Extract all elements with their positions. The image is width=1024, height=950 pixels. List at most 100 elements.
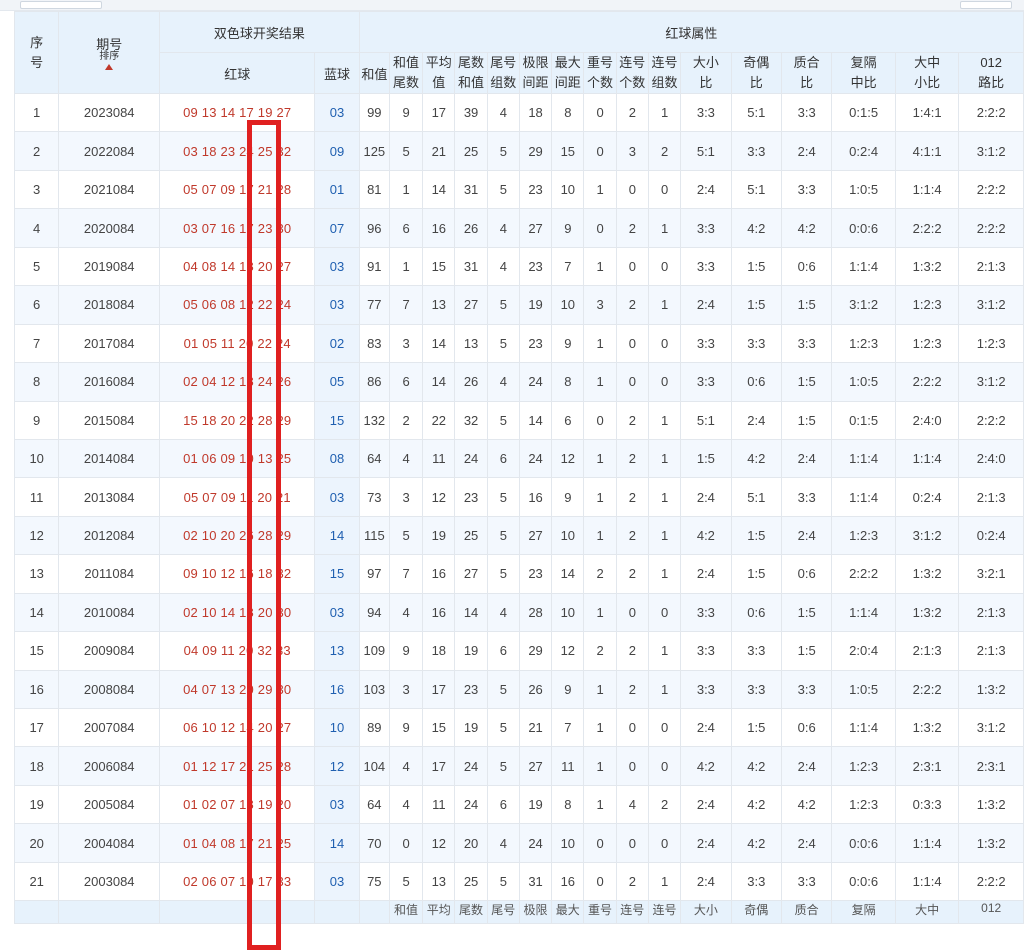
table-row: 7 2017084 01 05 11 20 22 24 02 83 3 14 13 5 23 9 1 0… [13,323,1024,364]
attr-cell: 1 [583,592,617,633]
footer-cell: 大小 [680,900,732,925]
red-balls-cell: 09 10 12 16 18 32 [159,554,316,594]
attr-cell: 13 [422,285,456,325]
footer-cell [58,900,161,925]
attr-cell: 28 [518,592,553,633]
attr-cell: 13 [422,861,456,902]
attr-cell: 17 [422,92,456,133]
attr-cell: 3:3 [680,669,732,710]
red-balls-cell: 02 04 12 18 24 26 [159,362,316,402]
attr-cell: 0 [615,823,649,863]
attr-cell: 2 [615,285,649,325]
period-header[interactable]: 期号 排序 [58,11,161,94]
attr-cell: 4 [486,362,520,402]
table-row: 21 2003084 02 06 07 10 17 33 03 75 5 13 25 5 31 16… [13,861,1024,902]
attr-cell: 1:2:3 [894,323,960,364]
attr-cell: 2 [647,784,682,825]
footer-cell: 尾号 [486,900,520,925]
period-cell: 2021084 [58,169,161,210]
blue-ball-cell: 13 [314,631,360,671]
sum-cell: 115 [358,515,390,556]
lottery-history-table: 序 号 期号 排序 双色球开奖结果 红球属性 红球 蓝球 和值 和值 尾数 平均值尾… [13,11,1024,925]
period-cell: 2015084 [58,400,161,440]
attr-header: 重号 个数 [583,52,617,94]
seq-cell: 10 [13,438,60,479]
attr-cell: 0 [615,362,649,402]
attr-cell: 3:3 [780,92,833,133]
footer-cell [159,900,316,925]
attr-cell: 24 [454,746,488,786]
attr-cell: 3:1:2 [958,707,1024,748]
sort-up-arrow-icon[interactable] [105,64,114,70]
attr-cell: 1 [583,169,617,210]
attr-cell: 9 [388,707,424,748]
toolbar-control[interactable] [960,1,1012,9]
footer-cell: 极限 [518,900,553,925]
attr-cell: 16 [518,477,553,517]
red-balls-cell: 01 12 17 21 25 28 [159,746,316,786]
red-balls-cell: 05 07 09 11 20 21 [159,477,316,517]
attr-cell: 1:3:2 [894,592,960,633]
attr-cell: 0 [647,823,682,863]
attr-cell: 1:5 [780,362,833,402]
attr-cell: 1:3:2 [894,554,960,594]
attr-cell: 1:2:3 [831,746,896,786]
red-balls-cell: 05 06 08 12 22 24 [159,285,316,325]
attr-cell: 31 [454,169,488,210]
sum-cell: 125 [358,131,390,171]
footer-header-row: 和值 平均 尾数 尾号 极限 最大 重号 连号 连号 大小 奇偶 质合 复隔 大中 012 [13,900,1024,925]
attr-cell: 1 [647,477,682,517]
red-balls-cell: 05 07 09 17 21 28 [159,169,316,210]
sum-cell: 75 [358,861,390,902]
attr-cell: 3 [388,323,424,364]
attr-cell: 5:1 [680,131,732,171]
attr-cell: 2:0:4 [831,631,896,671]
table-row: 12 2012084 02 10 20 26 28 29 14 115 5 19 25 5 27 1… [13,515,1024,556]
attr-header: 和值 尾数 [388,52,424,94]
attr-cell: 1 [647,861,682,902]
attr-header: 最大 间距 [551,52,585,94]
sum-cell: 73 [358,477,390,517]
attr-cell: 1:5 [730,554,782,594]
attr-cell: 3:2:1 [958,554,1024,594]
attr-cell: 25 [454,131,488,171]
footer-cell: 和值 [388,900,424,925]
table-row: 2 2022084 03 18 23 24 25 32 09 125 5 21 25 5 29 15… [13,131,1024,171]
period-cell: 2013084 [58,477,161,517]
attr-header: 012 路比 [958,52,1024,94]
sum-cell: 94 [358,592,390,633]
attr-cell: 2:1:3 [958,631,1024,671]
attr-cell: 1:1:4 [894,438,960,479]
attr-cell: 2 [583,631,617,671]
attr-cell: 10 [551,592,585,633]
attr-cell: 26 [518,669,553,710]
attr-cell: 5 [486,400,520,440]
attr-cell: 1:5 [730,246,782,287]
seq-cell: 12 [13,515,60,556]
attr-cell: 4 [388,746,424,786]
attr-cell: 0 [615,592,649,633]
attr-cell: 9 [551,477,585,517]
footer-cell: 连号 [615,900,649,925]
attr-cell: 7 [551,246,585,287]
seq-cell: 21 [13,861,60,902]
sort-label[interactable]: 排序 [60,51,159,63]
period-cell: 2012084 [58,515,161,556]
attr-cell: 0:6 [730,362,782,402]
attr-cell: 23 [518,323,553,364]
attr-cell: 13 [454,323,488,364]
attr-cell: 1 [583,477,617,517]
attr-cell: 4:2 [730,823,782,863]
attr-cell: 1:1:4 [831,707,896,748]
toolbar-control[interactable] [20,1,102,9]
sum-cell: 86 [358,362,390,402]
attr-header: 质合比 [780,52,833,94]
attr-cell: 9 [551,323,585,364]
attr-cell: 29 [518,631,553,671]
attr-cell: 0 [647,323,682,364]
attr-cell: 2:4 [680,477,732,517]
attr-cell: 2:2:2 [894,208,960,248]
attr-cell: 2:4 [780,438,833,479]
attr-cell: 32 [454,400,488,440]
attr-cell: 14 [551,554,585,594]
